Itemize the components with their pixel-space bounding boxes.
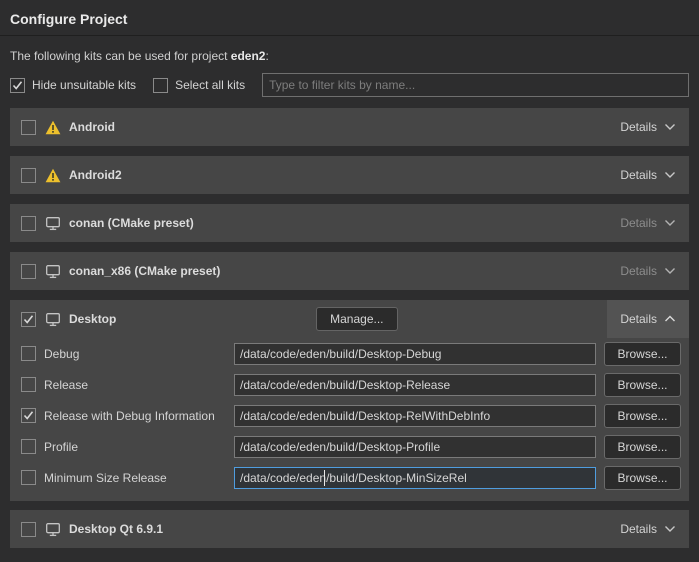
build-dir-field-wrap <box>234 467 596 489</box>
build-config-label: Minimum Size Release <box>44 471 234 485</box>
select-all-kits-option[interactable]: Select all kits <box>153 78 245 93</box>
build-config-label: Profile <box>44 440 234 454</box>
chevron-down-icon <box>664 123 676 131</box>
chevron-down-icon <box>664 219 676 227</box>
build-dir-field-wrap <box>234 374 596 396</box>
browse-button[interactable]: Browse... <box>604 435 681 459</box>
chevron-down-icon <box>664 267 676 275</box>
project-name: eden2 <box>231 49 266 63</box>
browse-button[interactable]: Browse... <box>604 373 681 397</box>
details-button[interactable]: Details <box>607 108 689 146</box>
browse-button[interactable]: Browse... <box>604 342 681 366</box>
build-config-checkbox[interactable] <box>21 408 36 423</box>
build-config-row-relwithdebinfo: Release with Debug Information Browse... <box>10 400 689 431</box>
intro-prefix: The following kits can be used for proje… <box>10 49 231 63</box>
kit-name: Android <box>69 120 115 134</box>
warning-icon <box>45 168 61 183</box>
monitor-icon <box>45 216 61 231</box>
details-label: Details <box>620 312 657 326</box>
chevron-up-icon <box>664 315 676 323</box>
kit-name: conan (CMake preset) <box>69 216 194 230</box>
kit-filter-input[interactable] <box>262 73 689 97</box>
text-cursor <box>324 470 325 486</box>
select-all-kits-checkbox[interactable] <box>153 78 168 93</box>
details-label: Details <box>620 168 657 182</box>
kit-row-conan-x86[interactable]: conan_x86 (CMake preset) Details <box>10 252 689 290</box>
build-dir-input[interactable] <box>234 374 596 396</box>
warning-icon <box>45 120 61 135</box>
build-config-label: Debug <box>44 347 234 361</box>
kit-row-android[interactable]: Android Details <box>10 108 689 146</box>
build-config-checkbox[interactable] <box>21 439 36 454</box>
kit-checkbox[interactable] <box>21 216 36 231</box>
build-config-row-debug: Debug Browse... <box>10 338 689 369</box>
kit-checkbox[interactable] <box>21 264 36 279</box>
kit-row-conan[interactable]: conan (CMake preset) Details <box>10 204 689 242</box>
details-label: Details <box>620 120 657 134</box>
build-config-row-minsizerel: Minimum Size Release Browse... <box>10 462 689 493</box>
build-config-label: Release <box>44 378 234 392</box>
kit-row-desktop-qt[interactable]: Desktop Qt 6.9.1 Details <box>10 510 689 548</box>
check-icon <box>23 314 34 325</box>
build-dir-input[interactable] <box>234 436 596 458</box>
monitor-icon <box>45 264 61 279</box>
kit-checkbox[interactable] <box>21 312 36 327</box>
intro-suffix: : <box>265 49 268 63</box>
page-header: Configure Project <box>0 0 699 36</box>
kit-checkbox[interactable] <box>21 168 36 183</box>
details-button[interactable]: Details <box>607 252 689 290</box>
browse-button[interactable]: Browse... <box>604 404 681 428</box>
build-config-label: Release with Debug Information <box>44 409 234 423</box>
build-config-row-profile: Profile Browse... <box>10 431 689 462</box>
intro-text: The following kits can be used for proje… <box>10 49 689 63</box>
build-dir-field-wrap <box>234 405 596 427</box>
hide-unsuitable-kits-option[interactable]: Hide unsuitable kits <box>10 78 136 93</box>
details-button[interactable]: Details <box>607 300 689 338</box>
page-title: Configure Project <box>10 11 689 27</box>
filter-bar: Hide unsuitable kits Select all kits <box>10 73 689 97</box>
details-button[interactable]: Details <box>607 204 689 242</box>
kit-name: Android2 <box>69 168 122 182</box>
hide-unsuitable-kits-checkbox[interactable] <box>10 78 25 93</box>
kit-panel-desktop: Desktop Manage... Details Debug Browse..… <box>10 300 689 501</box>
build-dir-input[interactable] <box>234 343 596 365</box>
select-all-kits-label: Select all kits <box>175 78 245 92</box>
build-dir-field-wrap <box>234 436 596 458</box>
kit-row-android2[interactable]: Android2 Details <box>10 156 689 194</box>
browse-button[interactable]: Browse... <box>604 466 681 490</box>
details-label: Details <box>620 216 657 230</box>
check-icon <box>23 410 34 421</box>
details-button[interactable]: Details <box>607 156 689 194</box>
kit-name: conan_x86 (CMake preset) <box>69 264 220 278</box>
kit-name: Desktop <box>69 312 116 326</box>
hide-unsuitable-kits-label: Hide unsuitable kits <box>32 78 136 92</box>
details-button[interactable]: Details <box>607 510 689 548</box>
build-config-checkbox[interactable] <box>21 377 36 392</box>
kit-checkbox[interactable] <box>21 522 36 537</box>
build-config-row-release: Release Browse... <box>10 369 689 400</box>
details-label: Details <box>620 522 657 536</box>
build-dir-input[interactable] <box>234 405 596 427</box>
kit-row-desktop[interactable]: Desktop Manage... Details <box>10 300 689 338</box>
build-dir-input-focused[interactable] <box>234 467 596 489</box>
monitor-icon <box>45 312 61 327</box>
chevron-down-icon <box>664 525 676 533</box>
build-config-checkbox[interactable] <box>21 346 36 361</box>
manage-button[interactable]: Manage... <box>316 307 397 331</box>
chevron-down-icon <box>664 171 676 179</box>
kit-name: Desktop Qt 6.9.1 <box>69 522 163 536</box>
monitor-icon <box>45 522 61 537</box>
check-icon <box>12 80 23 91</box>
kit-checkbox[interactable] <box>21 120 36 135</box>
kit-list: Android Details Android2 Details <box>10 108 689 548</box>
details-label: Details <box>620 264 657 278</box>
build-config-checkbox[interactable] <box>21 470 36 485</box>
build-dir-field-wrap <box>234 343 596 365</box>
